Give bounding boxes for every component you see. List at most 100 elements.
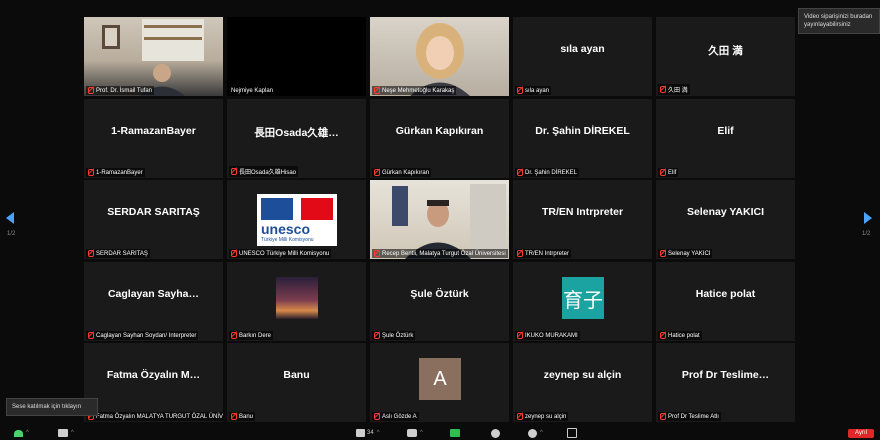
participant-tile[interactable]: Prof Dr Teslime… Prof Dr Teslime Atlı bbox=[656, 343, 795, 422]
participant-tile[interactable]: Neşe Mehmetoğlu Karakaş bbox=[370, 17, 509, 96]
chevron-up-icon: ^ bbox=[540, 430, 543, 436]
participant-label-text: 長田Osada久雄Hisao bbox=[239, 170, 297, 176]
participant-tile[interactable]: TR/EN Intrpreter TR/EN Intrpreter bbox=[513, 180, 652, 259]
participant-tile[interactable]: Hatice polat Hatice polat bbox=[656, 262, 795, 341]
participant-label-text: 1-RamazanBayer bbox=[96, 169, 143, 176]
profile-photo bbox=[276, 277, 318, 319]
participant-display-name: SERDAR SARITAŞ bbox=[107, 206, 200, 218]
participant-name-label: SERDAR SARITAŞ bbox=[86, 249, 150, 258]
participant-name-label: Prof. Dr. İsmail Tufan bbox=[86, 86, 155, 95]
participant-name-label: sıla ayan bbox=[515, 86, 552, 95]
leave-meeting-button[interactable]: Ayrıl bbox=[848, 429, 874, 438]
participant-tile[interactable]: sıla ayan sıla ayan bbox=[513, 17, 652, 96]
participant-tile[interactable]: Barkın Dere bbox=[227, 262, 366, 341]
participant-label-text: Banu bbox=[239, 413, 254, 420]
muted-mic-icon bbox=[517, 413, 523, 420]
participant-display-name: Fatma Özyalın M… bbox=[106, 369, 201, 381]
participant-name-label: 1-RamazanBayer bbox=[86, 168, 145, 177]
muted-mic-icon bbox=[88, 250, 94, 257]
participant-tile[interactable]: Banu Banu bbox=[227, 343, 366, 422]
participant-name-label: IKUKO MURAKAMI bbox=[515, 331, 580, 340]
participant-name-label: 長田Osada久雄Hisao bbox=[229, 166, 299, 177]
muted-mic-icon bbox=[88, 332, 94, 339]
previous-page-arrow-icon[interactable] bbox=[6, 212, 14, 224]
share-screen-icon bbox=[450, 429, 460, 437]
camera-icon bbox=[58, 429, 68, 437]
participant-tile[interactable]: Dr. Şahin DİREKEL Dr. Şahin DİREKEL bbox=[513, 99, 652, 178]
participant-tile[interactable]: SERDAR SARITAŞ SERDAR SARITAŞ bbox=[84, 180, 223, 259]
participant-name-label: Prof Dr Teslime Atlı bbox=[658, 412, 721, 421]
muted-mic-icon bbox=[374, 332, 380, 339]
participant-display-name: Hatice polat bbox=[695, 288, 756, 300]
participant-tile[interactable]: Recep Bentli, Malatya Turgut Özal Üniver… bbox=[370, 180, 509, 259]
participant-name-label: TR/EN Intrpreter bbox=[515, 249, 572, 258]
muted-mic-icon bbox=[231, 168, 237, 175]
participant-tile[interactable]: 長田Osada久雄… 長田Osada久雄Hisao bbox=[227, 99, 366, 178]
participant-name-label: UNESCO Türkiye Milli Komisyonu bbox=[229, 249, 332, 258]
unesco-logo: unesco Türkiye Milli Komisyonu bbox=[257, 194, 337, 246]
participant-display-name: Dr. Şahin DİREKEL bbox=[535, 125, 630, 137]
participant-name-label: Caglayan Sayhan Soydan/ Interpreter bbox=[86, 331, 199, 340]
participant-tile[interactable]: Şule Öztürk Şule Öztürk bbox=[370, 262, 509, 341]
muted-mic-icon bbox=[88, 87, 94, 94]
muted-mic-icon bbox=[660, 86, 666, 93]
participant-name-label: Nejmiye Kaplan bbox=[229, 87, 276, 95]
participant-name-label: Hatice polat bbox=[658, 331, 702, 340]
participant-tile[interactable]: 育子 IKUKO MURAKAMI bbox=[513, 262, 652, 341]
participant-tile[interactable]: 1-RamazanBayer 1-RamazanBayer bbox=[84, 99, 223, 178]
join-audio-tooltip: Sese katılmak için tıklayın bbox=[6, 398, 98, 416]
participant-display-name: Gürkan Kapıkıran bbox=[395, 125, 484, 137]
participant-name-label: 久田 満 bbox=[658, 84, 690, 95]
participant-tile[interactable]: zeynep su alçin zeynep su alçin bbox=[513, 343, 652, 422]
participant-display-name: Prof Dr Teslime… bbox=[681, 369, 770, 381]
participant-video bbox=[227, 17, 366, 96]
fullscreen-button[interactable] bbox=[567, 428, 577, 438]
participant-tile[interactable]: Prof. Dr. İsmail Tufan bbox=[84, 17, 223, 96]
participant-tile[interactable]: A Aslı Gözde A bbox=[370, 343, 509, 422]
reactions-button[interactable]: ^ bbox=[528, 428, 543, 438]
participant-label-text: zeynep su alçin bbox=[525, 413, 567, 420]
chevron-up-icon: ^ bbox=[71, 430, 74, 436]
share-screen-button[interactable] bbox=[450, 428, 460, 438]
participant-tile[interactable]: unesco Türkiye Milli Komisyonu UNESCO Türk… bbox=[227, 180, 366, 259]
participant-tile[interactable]: Gürkan Kapıkıran Gürkan Kapıkıran bbox=[370, 99, 509, 178]
record-icon bbox=[491, 428, 500, 438]
participants-button[interactable]: 34 ^ bbox=[356, 428, 380, 438]
participant-label-text: Gürkan Kapıkıran bbox=[382, 169, 430, 176]
participant-display-name: TR/EN Intrpreter bbox=[541, 206, 624, 218]
participant-name-label: zeynep su alçin bbox=[515, 412, 569, 421]
participant-name-label: Dr. Şahin DİREKEL bbox=[515, 168, 580, 177]
participant-tile[interactable]: Elif Elif bbox=[656, 99, 795, 178]
participant-video bbox=[84, 17, 223, 96]
participant-display-name: Banu bbox=[283, 369, 310, 381]
participant-label-text: TR/EN Intrpreter bbox=[525, 250, 570, 257]
participant-display-name: 1-RamazanBayer bbox=[111, 125, 196, 137]
participant-label-text: Fatma Özyalın MALATYA TURGUT ÖZAL ÜNİVE… bbox=[96, 413, 223, 420]
participant-tile[interactable]: Caglayan Sayha… Caglayan Sayhan Soydan/ I… bbox=[84, 262, 223, 341]
participant-avatar: A bbox=[419, 358, 461, 400]
muted-mic-icon bbox=[231, 250, 237, 257]
participant-tile[interactable]: 久田 満久田 満 bbox=[656, 17, 795, 96]
participant-tile[interactable]: Nejmiye Kaplan bbox=[227, 17, 366, 96]
page-indicator-left: 1/2 bbox=[7, 231, 16, 237]
participant-video bbox=[370, 180, 509, 259]
participant-tile[interactable]: Selenay YAKICI Selenay YAKICI bbox=[656, 180, 795, 259]
muted-mic-icon bbox=[660, 413, 666, 420]
participant-display-name: Şule Öztürk bbox=[410, 288, 469, 300]
participant-display-name: 久田 満 bbox=[708, 45, 743, 57]
participant-name-label: Barkın Dere bbox=[229, 331, 274, 340]
next-page-arrow-icon[interactable] bbox=[864, 212, 872, 224]
muted-mic-icon bbox=[517, 169, 523, 176]
muted-mic-icon bbox=[517, 87, 523, 94]
chat-button[interactable]: ^ bbox=[407, 428, 423, 438]
participant-label-text: Selenay YAKICI bbox=[668, 250, 711, 257]
participant-tile[interactable]: Fatma Özyalın M… Fatma Özyalın MALATYA TU… bbox=[84, 343, 223, 422]
participant-video bbox=[370, 17, 509, 96]
participant-label-text: Neşe Mehmetoğlu Karakaş bbox=[382, 87, 455, 94]
smiley-icon bbox=[528, 428, 537, 438]
record-button[interactable] bbox=[491, 428, 500, 438]
muted-mic-icon bbox=[374, 413, 380, 420]
video-button[interactable]: ^ bbox=[58, 428, 74, 438]
muted-mic-icon bbox=[374, 169, 380, 176]
join-audio-button[interactable]: ^ bbox=[14, 428, 29, 438]
